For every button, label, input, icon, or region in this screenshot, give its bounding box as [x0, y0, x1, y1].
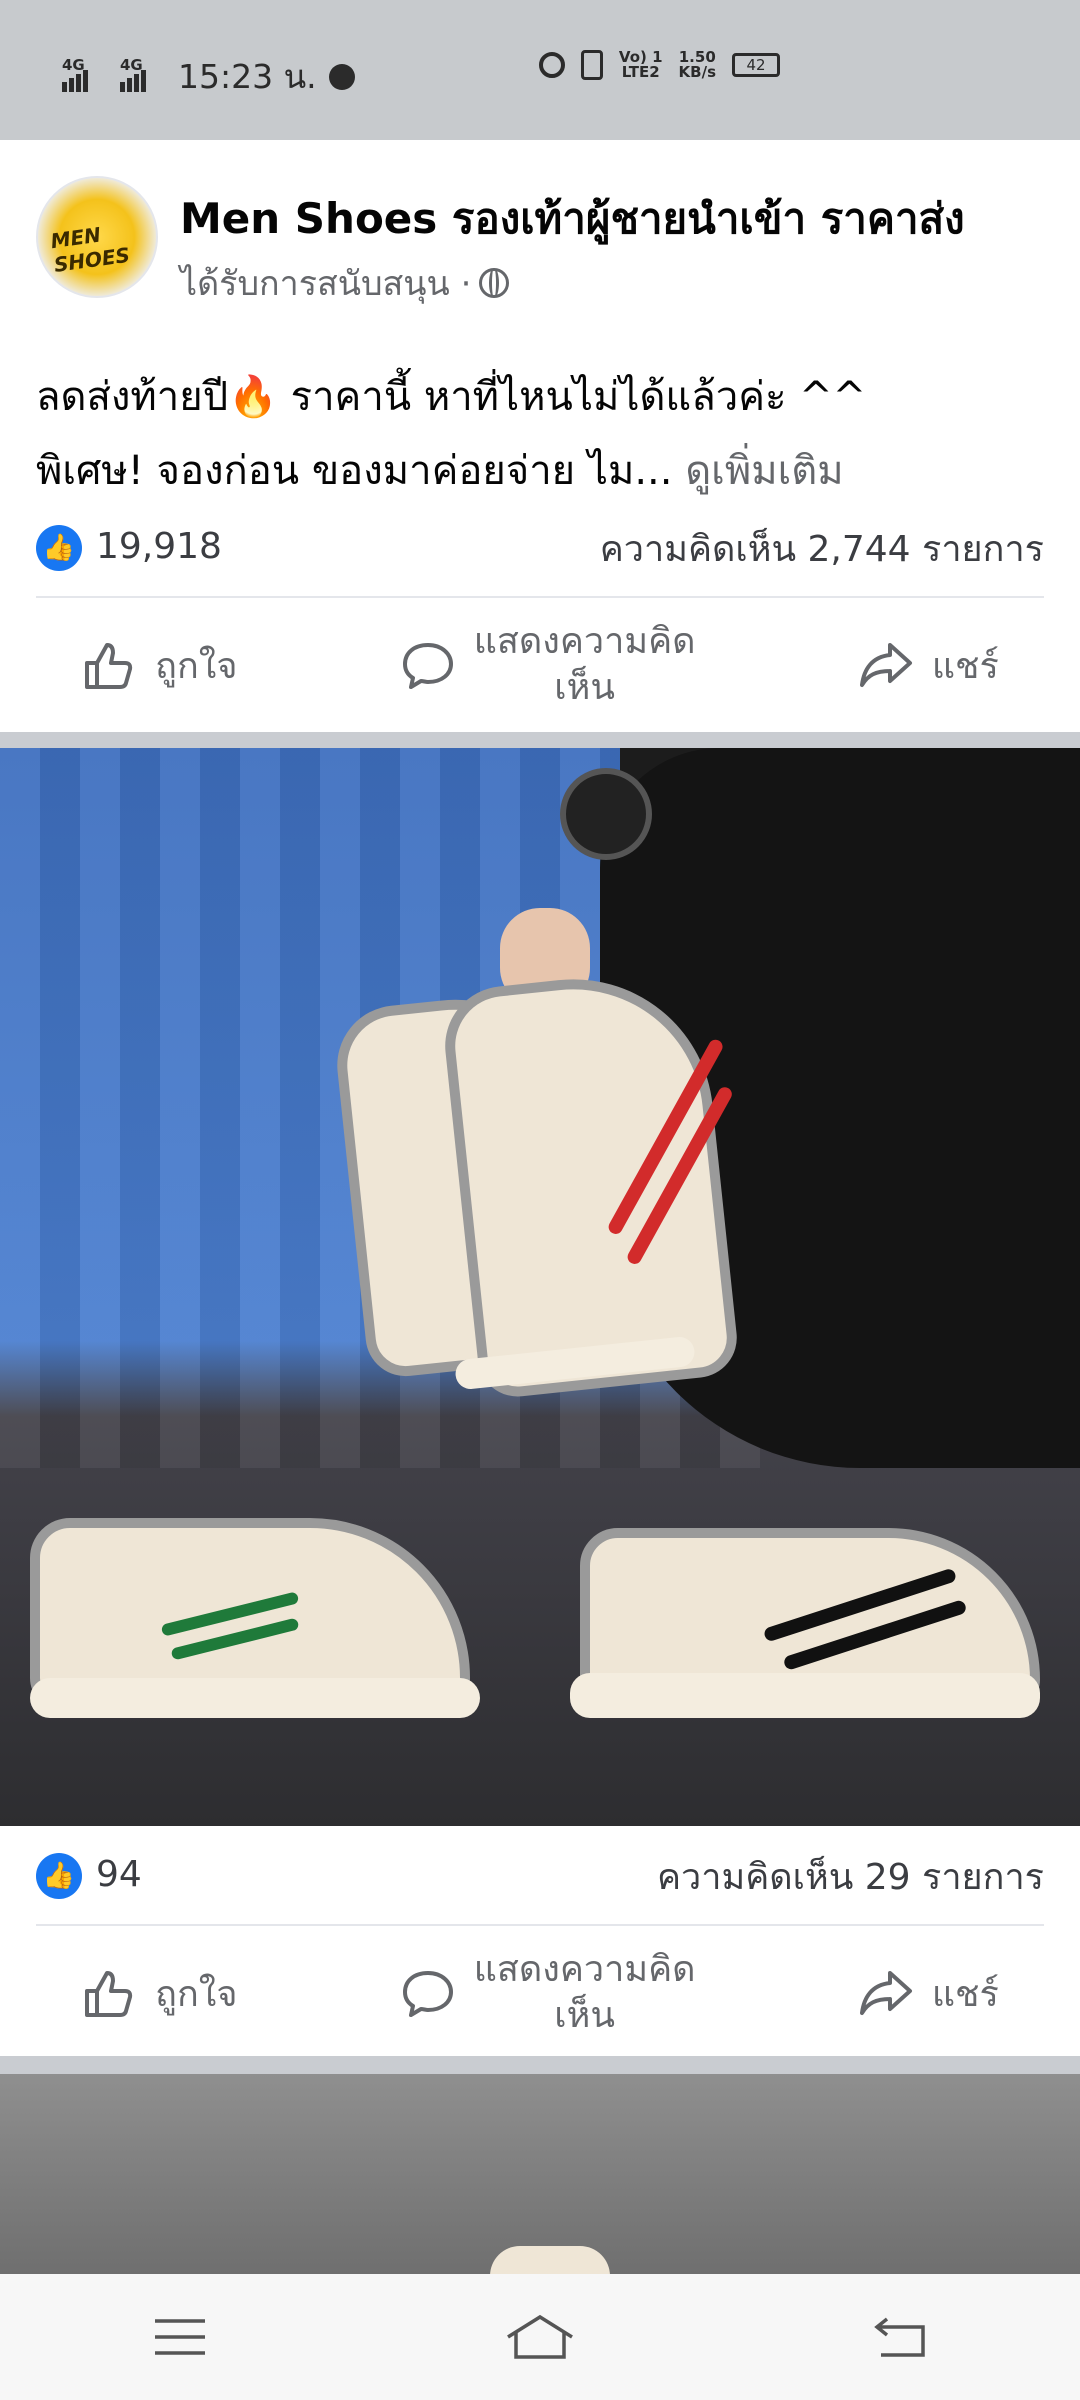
image-actions: ถูกใจ แสดงความคิด เห็น แชร์ — [0, 1938, 1080, 2048]
home-button[interactable] — [500, 2307, 580, 2367]
post-stats: 👍 19,918 ความคิดเห็น 2,744 รายการ — [36, 518, 1044, 578]
post-text: ลดส่งท้ายปี🔥 ราคานี้ หาที่ไหนไม่ได้แล้วค… — [36, 360, 1046, 508]
post-actions: ถูกใจ แสดงความคิด เห็น แชร์ — [0, 610, 1080, 720]
back-icon — [874, 2317, 925, 2357]
network-speed: 1.50 KB/s — [678, 48, 716, 81]
image-watch — [560, 768, 652, 860]
clock: 15:23 น. — [178, 57, 317, 96]
post-text-line-2: พิเศษ! จองก่อน ของมาค่อยจ่าย ไม... — [36, 448, 673, 494]
comment-count[interactable]: ความคิดเห็น 2,744 รายการ — [600, 520, 1044, 577]
image-stats-card: 👍 94 ความคิดเห็น 29 รายการ ถูกใจ แสดงความ… — [0, 1826, 1080, 2056]
image-stats: 👍 94 ความคิดเห็น 29 รายการ — [36, 1846, 1044, 1906]
like-icon — [85, 1971, 133, 2017]
ground-shoe-green-sole — [30, 1678, 480, 1718]
share-button[interactable]: แชร์ — [858, 637, 999, 694]
post-image[interactable] — [0, 748, 1080, 1826]
divider — [36, 1924, 1044, 1926]
see-more-link[interactable]: ดูเพิ่มเติม — [685, 448, 843, 494]
share-icon — [859, 643, 912, 687]
like-icon — [85, 643, 133, 689]
sponsored-label: ได้รับการสนับสนุน · — [180, 256, 510, 310]
messenger-icon — [328, 63, 355, 90]
like-reaction-icon: 👍 — [36, 1853, 82, 1899]
post-card: MEN SHOES Men Shoes รองเท้าผู้ชายนำเข้า … — [0, 140, 1080, 732]
share-icon — [859, 1971, 912, 2015]
image-like-button[interactable]: ถูกใจ — [81, 1965, 237, 2022]
comment-icon — [402, 1971, 453, 2017]
system-nav-bar — [0, 2274, 1080, 2400]
image-share-button[interactable]: แชร์ — [858, 1965, 999, 2022]
page-avatar[interactable]: MEN SHOES — [36, 176, 158, 298]
signal-icon: 4G — [62, 56, 108, 92]
image-comment-count[interactable]: ความคิดเห็น 29 รายการ — [657, 1848, 1044, 1905]
vibrate-icon — [580, 50, 603, 80]
like-button[interactable]: ถูกใจ — [81, 637, 237, 694]
volte-indicator: Vo) 1 LTE2 — [618, 48, 663, 81]
back-button[interactable] — [860, 2307, 940, 2367]
comment-icon — [402, 643, 453, 689]
globe-icon — [479, 268, 510, 298]
home-icon — [507, 2314, 573, 2359]
page-name[interactable]: Men Shoes รองเท้าผู้ชายนำเข้า ราคาส่ง — [180, 186, 965, 252]
battery-icon: 42 — [732, 53, 780, 77]
ground-shoe-black-sole — [570, 1673, 1040, 1718]
image-reaction-count[interactable]: 👍 94 — [36, 1853, 142, 1899]
post-text-line-1: ลดส่งท้ายปี🔥 ราคานี้ หาที่ไหนไม่ได้แล้วค… — [36, 374, 867, 420]
image-comment-button[interactable]: แสดงความคิด เห็น — [400, 1947, 696, 2039]
status-bar: 4G 4G 15:23 น. Vo) 1 LTE2 1.50 KB/s 42 — [0, 0, 1080, 140]
comment-button[interactable]: แสดงความคิด เห็น — [400, 619, 696, 711]
menu-icon — [155, 2319, 205, 2355]
status-right: Vo) 1 LTE2 1.50 KB/s 42 — [538, 48, 780, 81]
next-post-image[interactable] — [0, 2074, 1080, 2286]
menu-button[interactable] — [140, 2307, 220, 2367]
reaction-count[interactable]: 👍 19,918 — [36, 525, 222, 571]
status-left: 4G 4G 15:23 น. — [62, 50, 355, 103]
like-reaction-icon: 👍 — [36, 525, 82, 571]
divider — [36, 596, 1044, 598]
signal-icon-2: 4G — [120, 56, 166, 92]
alarm-icon — [538, 52, 565, 78]
